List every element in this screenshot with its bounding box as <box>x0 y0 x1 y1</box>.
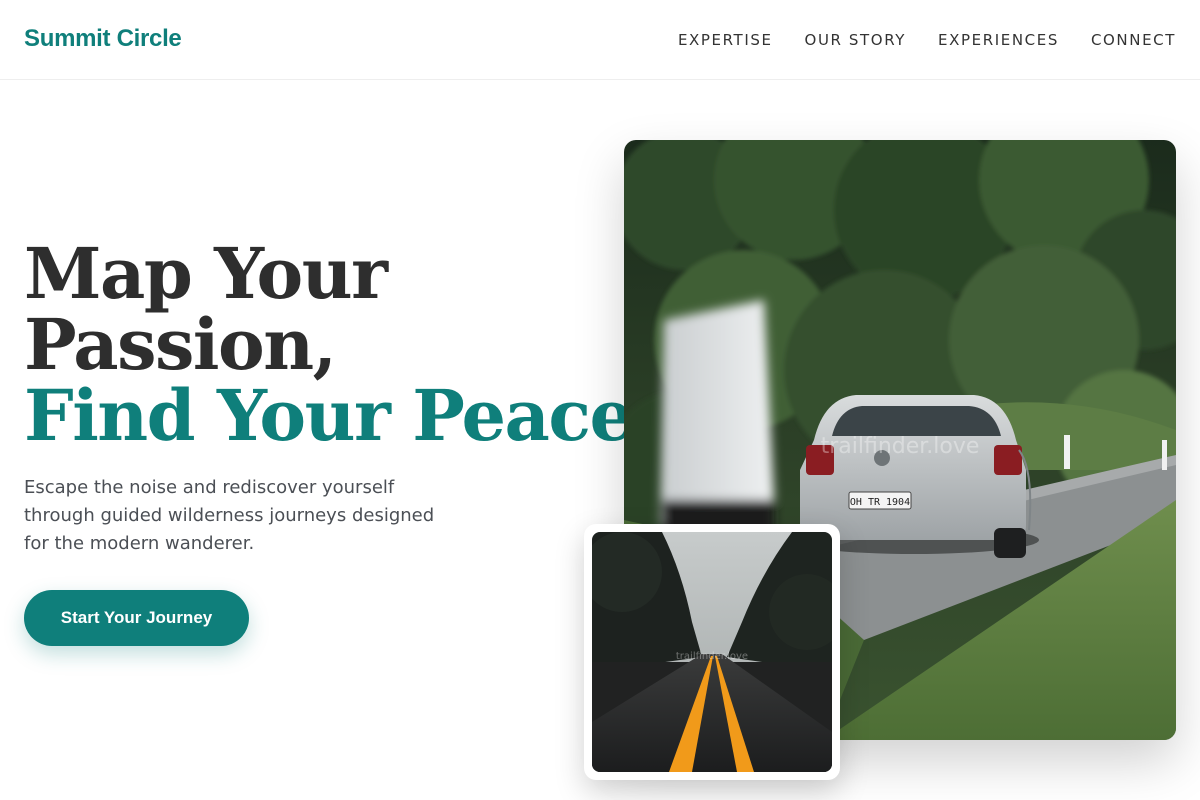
empty-road-image: trailfinder.love <box>592 532 832 772</box>
headline-accent-line: Find Your Peace. <box>24 374 657 457</box>
nav-link-connect[interactable]: CONNECT <box>1091 31 1176 49</box>
top-navigation-bar: Summit Circle EXPERTISE OUR STORY EXPERI… <box>0 0 1200 80</box>
nav-link-our-story[interactable]: OUR STORY <box>805 31 907 49</box>
main-photo-watermark: trailfinder.love <box>821 434 980 459</box>
inset-photo-watermark: trailfinder.love <box>676 651 748 662</box>
headline-line-2: Passion, <box>24 303 337 386</box>
nav-link-expertise[interactable]: EXPERTISE <box>678 31 773 49</box>
nav-link-experiences[interactable]: EXPERIENCES <box>938 31 1059 49</box>
inset-photo-card: trailfinder.love <box>584 524 840 780</box>
hero-headline: Map Your Passion, Find Your Peace. <box>24 232 657 457</box>
brand-logo[interactable]: Summit Circle <box>24 25 182 53</box>
headline-line-1: Map Your <box>24 232 388 315</box>
main-nav: EXPERTISE OUR STORY EXPERIENCES CONNECT <box>678 31 1176 49</box>
start-journey-button[interactable]: Start Your Journey <box>24 590 249 646</box>
hero-description: Escape the noise and rediscover yourself… <box>24 477 435 554</box>
license-plate-text: OH TR 1904 <box>850 497 910 508</box>
inset-photo: trailfinder.love <box>592 532 832 772</box>
